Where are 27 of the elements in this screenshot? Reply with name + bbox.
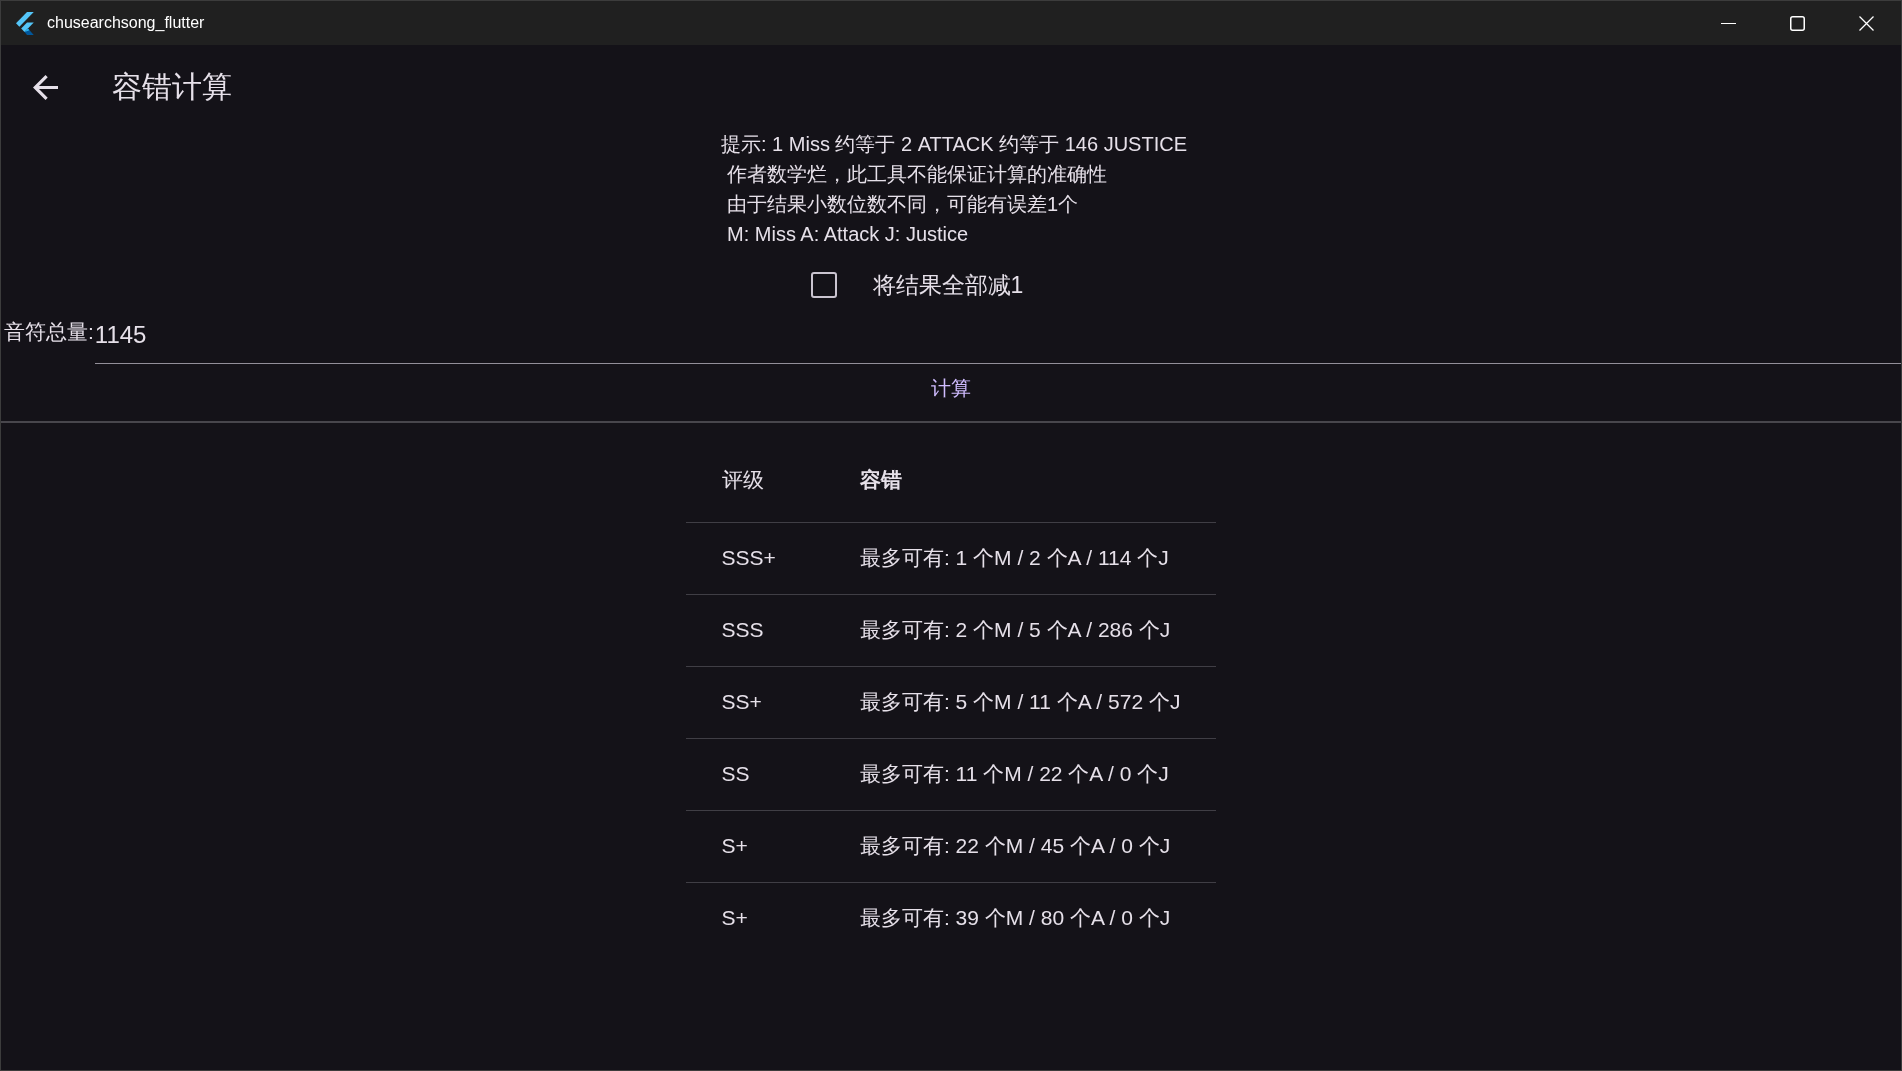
table-cell: SS+ [685,666,818,738]
checkbox-label: 将结果全部减1 [872,270,1024,300]
calculate-button[interactable]: 计算 [913,364,989,412]
page-title: 容错计算 [112,68,232,105]
table-cell: 最多可有: 39 个M / 80 个A / 0 个J [817,882,1217,954]
table-cell: SSS [685,594,818,666]
arrow-left-icon [32,74,58,100]
close-icon [1859,15,1874,31]
maximize-icon [1790,15,1805,31]
checkbox[interactable] [810,272,837,298]
minimize-icon [1721,22,1736,24]
window-title: chusearchsong_flutter [47,14,205,32]
table-cell: 最多可有: 11 个M / 22 个A / 0 个J [817,738,1217,810]
note-total-field[interactable]: 1145 [94,321,1901,364]
column-header: 评级 [685,437,818,522]
table-cell: 最多可有: 2 个M / 5 个A / 286 个J [817,594,1217,666]
table-cell: SS [685,738,818,810]
hint-text: 提示: 1 Miss 约等于 2 ATTACK 约等于 146 JUSTICE 作者数学烂，此工具不能保证计算的准确性 由于结果小数位数不同，可能有误差1个 M: Miss A: Attack J: Justice [721,132,1187,247]
table-cell: 最多可有: 1 个M / 2 个A / 114 个J [817,522,1217,594]
table-cell: S+ [685,882,818,954]
field-label: 音符总量: [4,321,94,343]
table-cell: 最多可有: 22 个M / 45 个A / 0 个J [817,810,1217,882]
table-cell: S+ [685,810,818,882]
table-cell: 最多可有: 5 个M / 11 个A / 572 个J [817,666,1217,738]
app-logo-icon [16,11,34,35]
table-cell: SSS+ [685,522,818,594]
column-header: 容错 [817,437,1217,522]
